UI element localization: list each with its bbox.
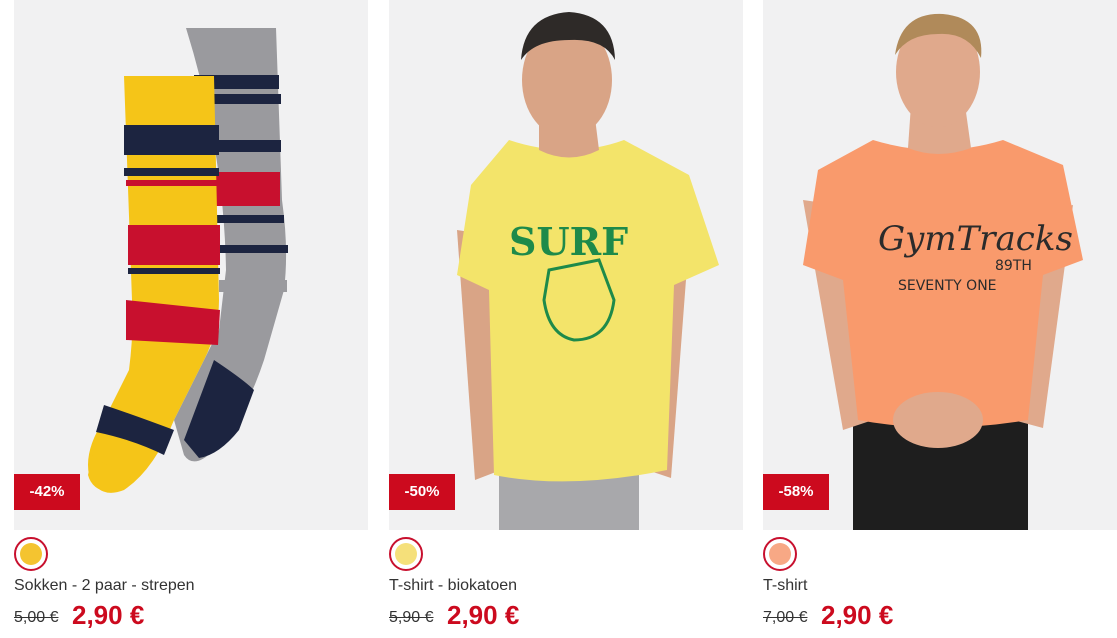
discount-badge: -58%	[763, 474, 829, 510]
product-card-socks[interactable]: -42% Sokken - 2 paar - strepen 5,00 € 2,…	[14, 0, 368, 638]
swatch-color-dot	[769, 543, 791, 565]
sale-price: 2,90 €	[447, 600, 520, 630]
color-swatch-yellow[interactable]	[14, 537, 48, 571]
product-image-tshirt-yellow[interactable]: SURF -50%	[389, 0, 743, 530]
discount-badge: -50%	[389, 474, 455, 510]
svg-text:89TH: 89TH	[995, 258, 1032, 274]
old-price: 5,90 €	[389, 609, 434, 626]
color-swatch-orange[interactable]	[763, 537, 797, 571]
product-image-socks[interactable]: -42%	[14, 0, 368, 530]
svg-text:SEVENTY ONE: SEVENTY ONE	[898, 278, 997, 294]
yellow-surf-tshirt-image: SURF	[457, 12, 719, 530]
swatch-color-dot	[395, 543, 417, 565]
sale-price: 2,90 €	[72, 600, 145, 630]
color-swatch-light-yellow[interactable]	[389, 537, 423, 571]
discount-badge: -42%	[14, 474, 80, 510]
product-image-tshirt-orange[interactable]: GymTracks SEVENTY ONE 89TH -58%	[763, 0, 1117, 530]
svg-text:SURF: SURF	[509, 219, 628, 264]
svg-text:GymTracks: GymTracks	[878, 219, 1073, 259]
product-title[interactable]: T-shirt	[763, 577, 807, 595]
product-card-tshirt-biokatoen[interactable]: SURF -50% T-shirt - biokatoen 5,90 € 2,9…	[389, 0, 743, 638]
product-title[interactable]: Sokken - 2 paar - strepen	[14, 577, 195, 595]
orange-gymtracks-tshirt-image: GymTracks SEVENTY ONE 89TH	[803, 13, 1083, 530]
swatch-color-dot	[20, 543, 42, 565]
product-title[interactable]: T-shirt - biokatoen	[389, 577, 517, 595]
old-price: 7,00 €	[763, 609, 808, 626]
striped-socks-image	[88, 28, 288, 493]
sale-price: 2,90 €	[821, 600, 894, 630]
old-price: 5,00 €	[14, 609, 59, 626]
product-card-tshirt[interactable]: GymTracks SEVENTY ONE 89TH -58% T-shirt …	[763, 0, 1117, 638]
